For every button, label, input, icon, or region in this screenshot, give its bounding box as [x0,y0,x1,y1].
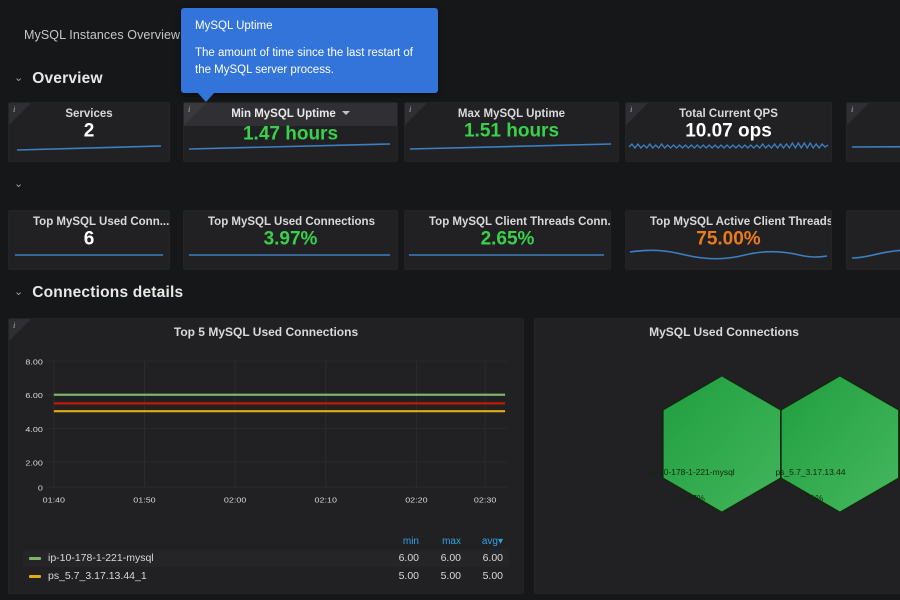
legend-avg-value: 6.00 [467,549,509,567]
svg-text:01:40: 01:40 [43,495,66,504]
stat-panel-max-mysql-uptime[interactable]: i Max MySQL Uptime 1.51 hours [404,102,619,162]
chevron-down-icon: ⌄ [14,179,23,190]
sparkline [9,133,169,155]
stat-title: Total Current QPS [626,108,831,120]
svg-text:02:10: 02:10 [315,495,338,504]
svg-text:4.00: 4.00 [25,424,43,433]
tooltip-arrow [197,92,215,102]
legend-avg-value: 5.00 [467,567,509,585]
legend-series-label: ps_5.7_3.17.13.44_1 [48,570,147,582]
hexagon-value: 3.97% [679,494,704,504]
legend-col-name [23,534,383,549]
tooltip-mysql-uptime: MySQL Uptime The amount of time since th… [181,8,438,93]
stat-panel-total-partial[interactable]: i Total [846,102,900,162]
graph-plot-area[interactable]: 8.00 6.00 4.00 2.00 0 01:40 01:50 02:00 … [9,343,519,507]
sparkline [184,241,397,263]
stat-panel-top-mysql-active-client-threads[interactable]: Top MySQL Active Client Threads 75.00% [625,210,832,270]
legend-col-avg[interactable]: avg▾ [467,534,509,549]
hexagon-shape [781,376,899,513]
legend-col-min[interactable]: min [383,534,425,549]
grafana-dashboard: MySQL Instances Overview ⌄ Overview ⌄ ⌄ … [0,0,900,600]
panel-title: Top 5 MySQL Used Connections [9,325,523,339]
stat-panel-top-partial[interactable]: Top [846,210,900,270]
hexagon-label: ps_5.7_3.17.13.44 [776,467,846,477]
sparkline [405,241,610,263]
hexmap-area[interactable]: ip-10-178-1-221-mysql 3.97% ps_5.7_3.17.… [535,343,900,587]
legend-max-value: 6.00 [425,549,467,567]
stat-panel-min-mysql-uptime[interactable]: i Min MySQL Uptime 1.47 hours [183,102,398,162]
stat-title: Total [847,108,900,120]
dashboard-title: MySQL Instances Overview [24,28,180,42]
stat-title: Top MySQL Used Connections [184,216,397,228]
legend-color-swatch[interactable] [29,557,41,560]
legend-table: min max avg▾ ip-10-178-1-221-mysql 6.00 … [23,534,509,585]
hexagon-label: ip-10-178-1-221-mysql [650,467,735,477]
stat-title: Services [9,108,169,120]
sparkline [9,241,169,263]
legend-min-value: 6.00 [383,549,425,567]
svg-text:6.00: 6.00 [25,391,43,400]
row-header-connections-details[interactable]: ⌄ Connections details [14,284,183,302]
stat-title: Top [847,216,900,228]
legend-max-value: 5.00 [425,567,467,585]
stat-title: Max MySQL Uptime [405,108,618,120]
stat-panel-top-mysql-client-threads-conn[interactable]: Top MySQL Client Threads Conn... 2.65% [404,210,611,270]
svg-text:2.00: 2.00 [25,458,43,467]
stat-title: Top MySQL Active Client Threads [626,216,831,228]
stat-panel-top-mysql-used-connections[interactable]: Top MySQL Used Connections 3.97% [183,210,398,270]
hexmap-panel-mysql-used-connections[interactable]: MySQL Used Connections [534,318,900,594]
svg-text:8.00: 8.00 [25,357,43,366]
legend-series-name[interactable]: ip-10-178-1-221-mysql [23,549,383,567]
legend-row[interactable]: ps_5.7_3.17.13.44_1 5.00 5.00 5.00 [23,567,509,585]
tooltip-title: MySQL Uptime [195,20,424,32]
stat-panel-services[interactable]: i Services 2 [8,102,170,162]
row-title-connections-details: Connections details [32,284,183,302]
legend-row[interactable]: ip-10-178-1-221-mysql 6.00 6.00 6.00 [23,549,509,567]
stat-panel-top-mysql-used-conn[interactable]: Top MySQL Used Conn... 6 [8,210,170,270]
legend-header-row: min max avg▾ [23,534,509,549]
hexagon-shape [663,376,781,513]
legend-min-value: 5.00 [383,567,425,585]
stat-title: Top MySQL Client Threads Conn... [405,216,610,228]
legend-series-name[interactable]: ps_5.7_3.17.13.44_1 [23,567,383,585]
sparkline [184,133,397,155]
chevron-down-icon: ⌄ [14,287,23,298]
sparkline [405,133,618,155]
stat-title-text: Min MySQL Uptime [231,108,336,120]
tooltip-body: The amount of time since the last restar… [195,45,424,79]
panel-title: MySQL Used Connections [535,325,900,339]
graph-legend[interactable]: min max avg▾ ip-10-178-1-221-mysql 6.00 … [23,534,509,585]
legend-col-max[interactable]: max [425,534,467,549]
stat-title: Top MySQL Used Conn... [9,216,169,228]
svg-text:0: 0 [38,483,43,492]
chevron-down-icon[interactable] [342,111,350,115]
svg-text:02:00: 02:00 [224,495,247,504]
stat-panel-total-current-qps[interactable]: i Total Current QPS 10.07 ops [625,102,832,162]
svg-text:01:50: 01:50 [133,495,156,504]
hexagon-value: 3.31% [798,494,823,504]
legend-series-label: ip-10-178-1-221-mysql [48,552,154,564]
row-header-collapsed[interactable]: ⌄ [14,180,32,191]
stat-title[interactable]: Min MySQL Uptime [184,108,397,120]
sparkline [847,241,900,263]
legend-color-swatch[interactable] [29,575,41,578]
row-header-overview[interactable]: ⌄ Overview [14,70,103,88]
svg-text:02:30: 02:30 [474,495,497,504]
sparkline [847,133,900,155]
sparkline [626,241,831,263]
svg-text:02:20: 02:20 [405,495,428,504]
row-title-overview: Overview [32,70,103,88]
sparkline [626,133,831,155]
chevron-down-icon: ⌄ [14,73,23,84]
graph-panel-top5-mysql-used-connections[interactable]: i Top 5 MySQL Used Connections 8.00 6.00 [8,318,524,594]
